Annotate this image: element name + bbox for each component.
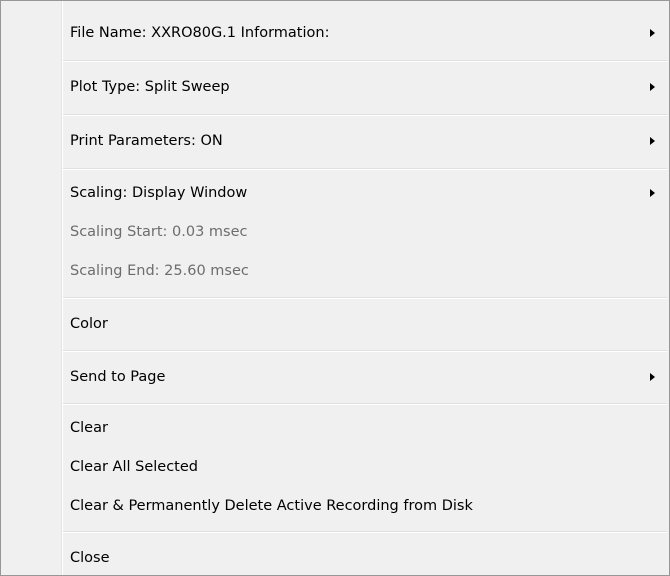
submenu-arrow-icon bbox=[650, 373, 655, 381]
menu-item-color[interactable]: Color bbox=[63, 309, 667, 339]
menu-separator bbox=[63, 114, 667, 116]
menu-item-label: Plot Type: Split Sweep bbox=[70, 79, 230, 95]
menu-item-send-to-page[interactable]: Send to Page bbox=[63, 362, 667, 392]
menu-item-file-name[interactable]: File Name: XXRO80G.1 Information: bbox=[63, 18, 667, 48]
menu-separator bbox=[63, 403, 667, 405]
menu-item-scaling-start: Scaling Start: 0.03 msec bbox=[63, 217, 667, 247]
menu-separator bbox=[63, 531, 667, 533]
menu-separator bbox=[63, 60, 667, 62]
menu-item-clear[interactable]: Clear bbox=[63, 413, 667, 443]
submenu-arrow-icon bbox=[650, 83, 655, 91]
menu-item-print-parameters[interactable]: Print Parameters: ON bbox=[63, 126, 667, 156]
submenu-arrow-icon bbox=[650, 29, 655, 37]
menu-item-label: Scaling End: 25.60 msec bbox=[70, 263, 249, 279]
menu-item-label: Clear bbox=[70, 420, 108, 436]
menu-item-label: Print Parameters: ON bbox=[70, 133, 223, 149]
submenu-arrow-icon bbox=[650, 189, 655, 197]
context-menu: File Name: XXRO80G.1 Information: Plot T… bbox=[0, 0, 670, 576]
menu-item-plot-type[interactable]: Plot Type: Split Sweep bbox=[63, 72, 667, 102]
menu-item-label: Clear All Selected bbox=[70, 459, 198, 475]
submenu-arrow-icon bbox=[650, 137, 655, 145]
menu-separator bbox=[63, 350, 667, 352]
menu-item-clear-all-selected[interactable]: Clear All Selected bbox=[63, 452, 667, 482]
menu-item-label: Scaling Start: 0.03 msec bbox=[70, 224, 248, 240]
menu-item-label: Color bbox=[70, 316, 108, 332]
menu-item-label: Scaling: Display Window bbox=[70, 185, 248, 201]
menu-separator bbox=[63, 297, 667, 299]
menu-icon-gutter bbox=[1, 1, 61, 575]
menu-separator bbox=[63, 168, 667, 170]
menu-item-label: Send to Page bbox=[70, 369, 166, 385]
menu-item-scaling-end: Scaling End: 25.60 msec bbox=[63, 256, 667, 286]
menu-item-label: Close bbox=[70, 550, 110, 566]
menu-item-scaling[interactable]: Scaling: Display Window bbox=[63, 178, 667, 208]
menu-item-label: File Name: XXRO80G.1 Information: bbox=[70, 25, 330, 41]
menu-item-close[interactable]: Close bbox=[63, 543, 667, 573]
menu-item-clear-and-delete[interactable]: Clear & Permanently Delete Active Record… bbox=[63, 491, 667, 521]
menu-item-label: Clear & Permanently Delete Active Record… bbox=[70, 498, 473, 514]
